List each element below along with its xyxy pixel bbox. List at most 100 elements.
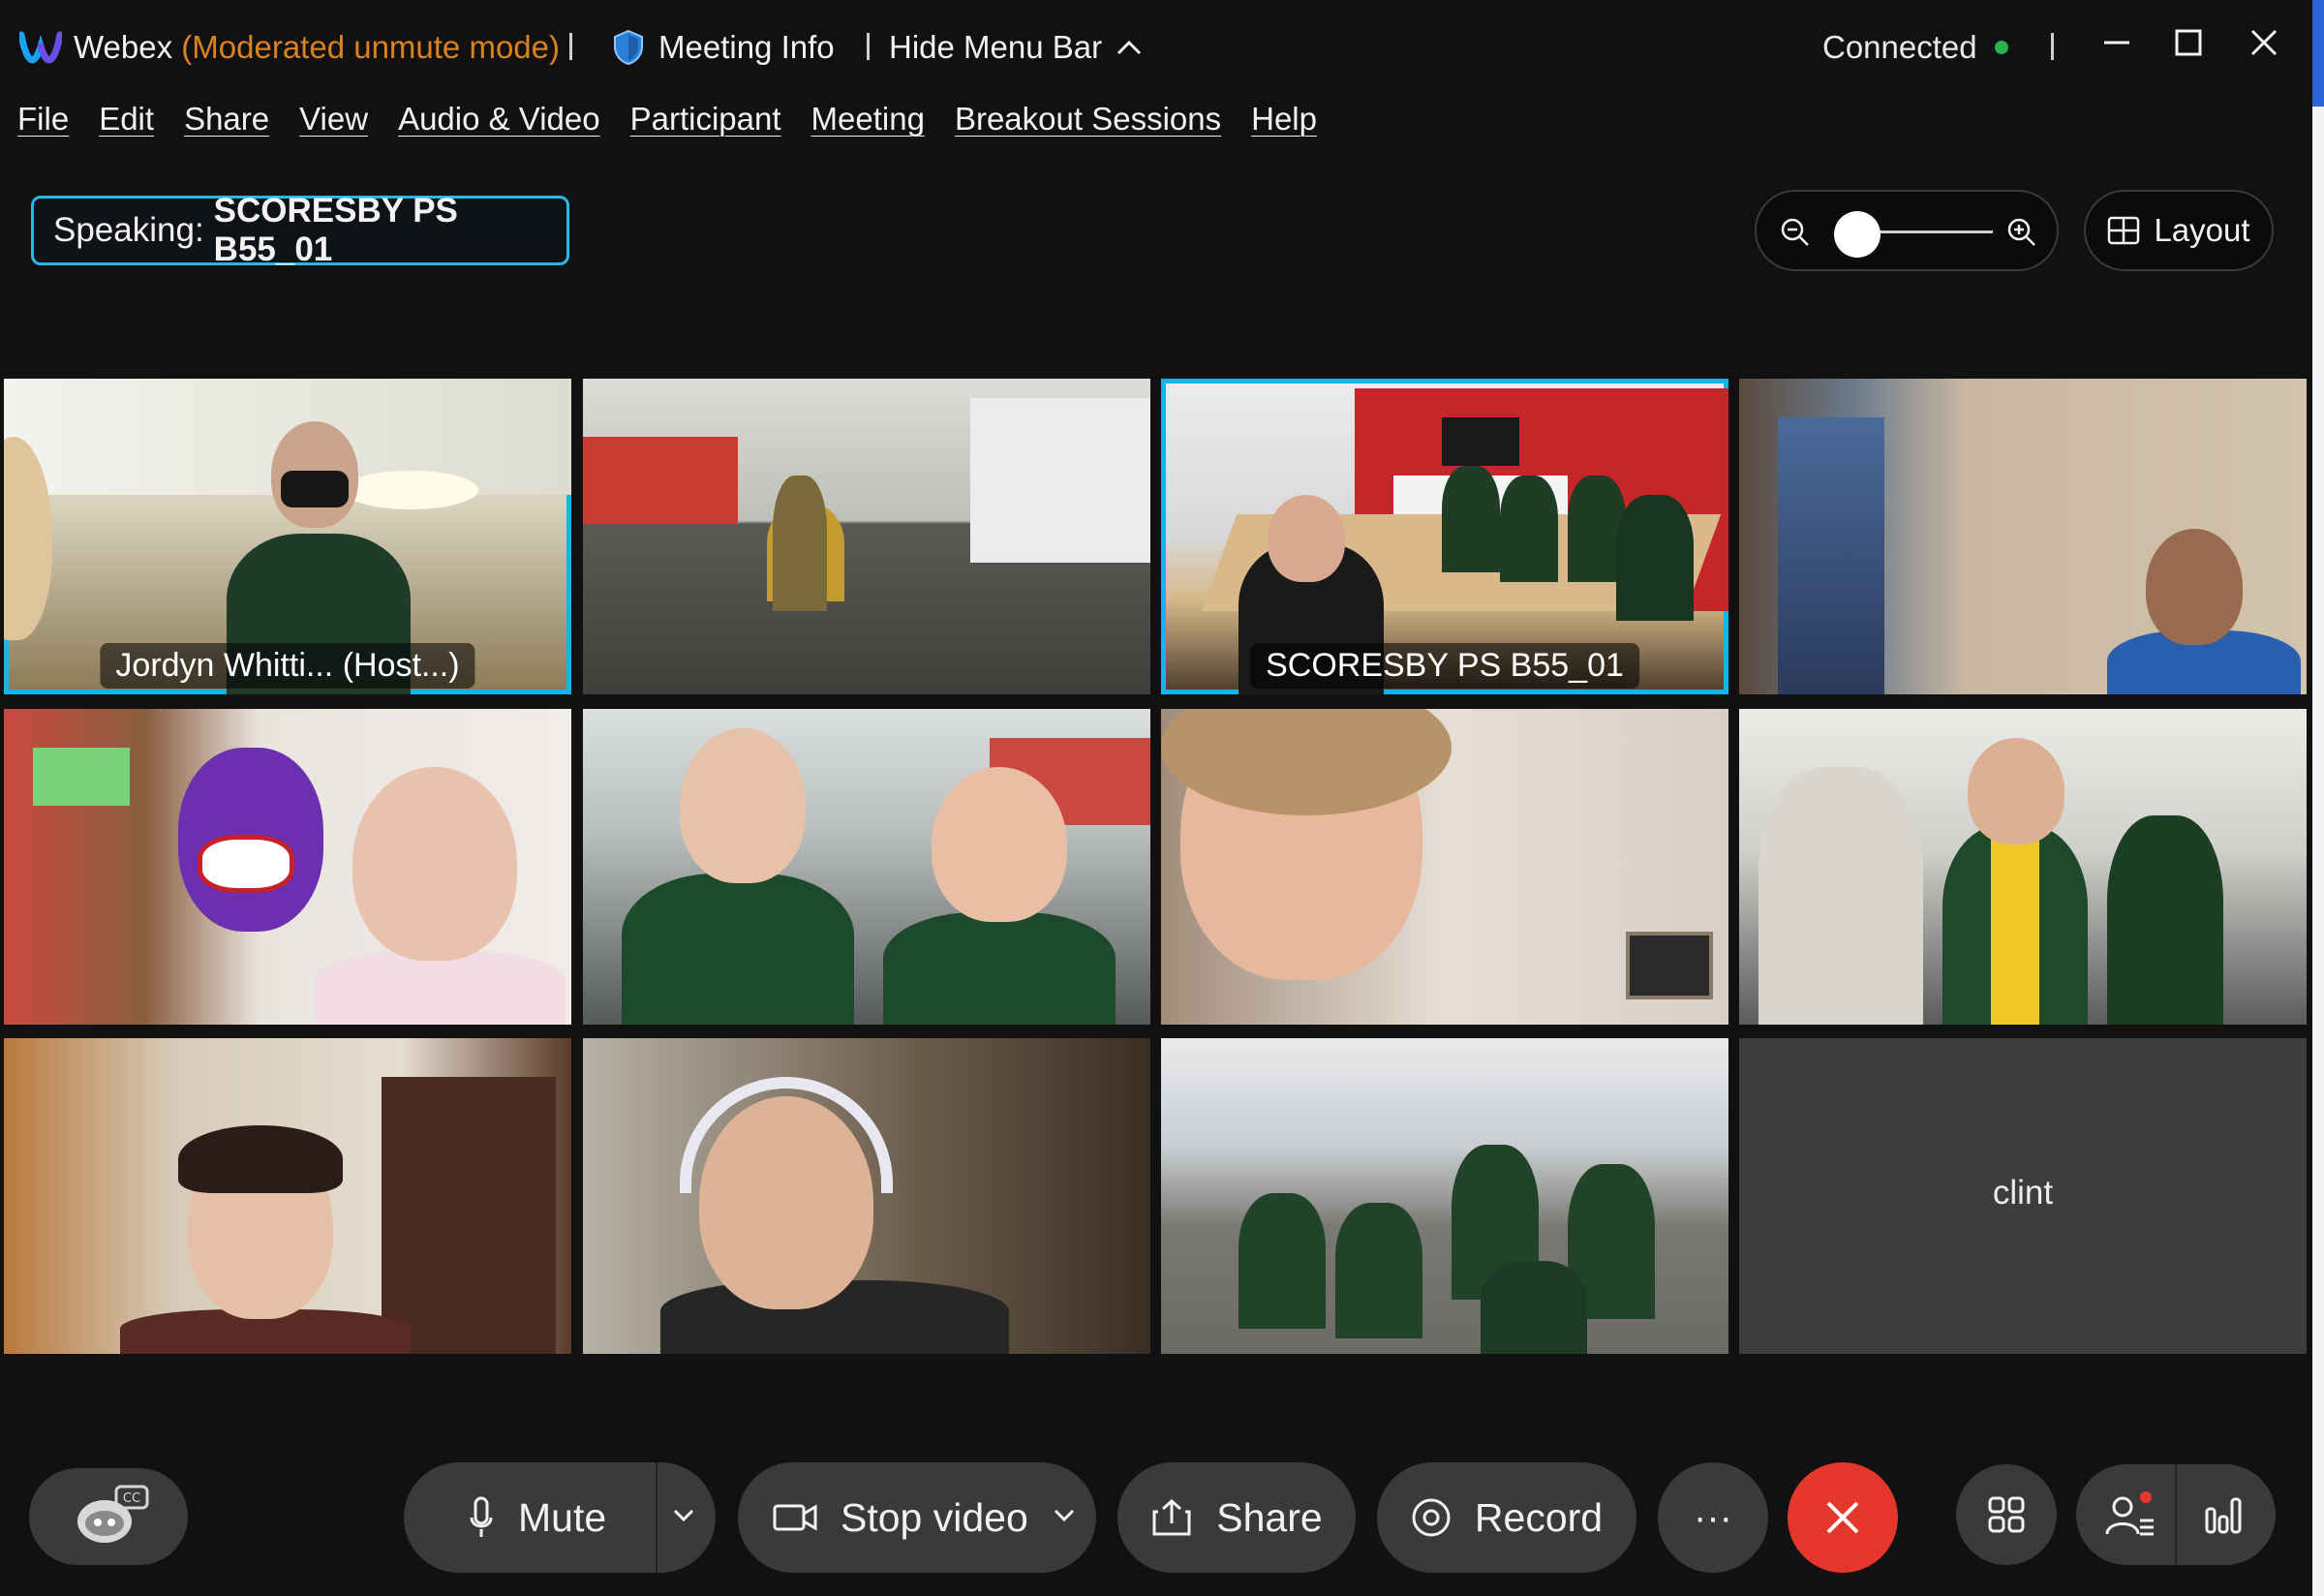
more-options-button[interactable]: ··· <box>1658 1462 1768 1573</box>
menu-share[interactable]: Share <box>184 101 269 138</box>
video-tile[interactable]: clint <box>1739 1038 2307 1354</box>
title-divider <box>569 33 572 60</box>
chevron-up-icon <box>1117 40 1142 55</box>
video-participant <box>1268 495 1345 582</box>
speaking-name: SCORESBY PS B55_01 <box>213 192 458 268</box>
classroom-tv <box>1442 417 1519 466</box>
apps-button[interactable] <box>1956 1464 2057 1565</box>
video-participant <box>1238 1193 1326 1329</box>
video-tile[interactable] <box>4 709 571 1025</box>
participant-name-label: Jordyn Whitti... (Host...) <box>100 643 475 689</box>
bar-stats-icon[interactable] <box>2204 1495 2243 1534</box>
face-mask <box>281 471 349 507</box>
menu-help[interactable]: Help <box>1251 101 1317 138</box>
video-participant <box>932 767 1067 922</box>
video-tile[interactable] <box>4 1038 571 1354</box>
video-participant <box>2146 529 2243 645</box>
room-door <box>1778 417 1884 694</box>
share-button[interactable]: Share <box>1117 1462 1356 1573</box>
classroom-wall <box>583 437 738 524</box>
meeting-info-button[interactable]: Meeting Info <box>612 25 835 70</box>
video-participant <box>680 728 806 883</box>
mute-button[interactable]: Mute <box>404 1462 716 1573</box>
chevron-down-icon[interactable] <box>673 1509 694 1522</box>
maximize-button[interactable] <box>2161 19 2216 66</box>
video-tile[interactable]: Jordyn Whitti... (Host...) <box>4 379 571 694</box>
video-tile[interactable] <box>583 709 1150 1025</box>
window-edge-strip <box>2312 107 2324 1596</box>
video-participant <box>1616 495 1694 621</box>
minimize-button[interactable] <box>2090 19 2144 66</box>
video-participant <box>1968 738 2064 844</box>
minimize-icon <box>2104 41 2129 45</box>
video-participant <box>314 951 566 1025</box>
speaking-prefix: Speaking: <box>53 211 204 249</box>
participants-panel-group <box>2076 1464 2276 1565</box>
connection-status-label: Connected <box>1822 29 1977 65</box>
title-divider <box>867 33 870 60</box>
menu-audio-video[interactable]: Audio & Video <box>398 101 600 138</box>
button-divider <box>656 1462 657 1573</box>
window-edge-accent <box>2312 0 2324 107</box>
status-dot-icon <box>1994 41 2008 54</box>
mute-label: Mute <box>518 1494 607 1540</box>
zoom-out-icon[interactable] <box>1780 217 1811 248</box>
leave-meeting-button[interactable] <box>1788 1462 1898 1573</box>
menu-edit[interactable]: Edit <box>99 101 154 138</box>
zoom-slider-thumb[interactable] <box>1834 211 1881 258</box>
classroom-whiteboard <box>970 398 1150 563</box>
video-participant <box>1442 466 1500 572</box>
ai-assistant-cc-icon: CC <box>77 1485 149 1543</box>
video-tile[interactable] <box>583 379 1150 694</box>
video-tile[interactable] <box>1739 379 2307 694</box>
layout-grid-icon <box>2108 216 2140 245</box>
video-tile[interactable] <box>1161 1038 1728 1354</box>
menu-view[interactable]: View <box>299 101 368 138</box>
button-divider <box>2175 1464 2177 1565</box>
menu-file[interactable]: File <box>17 101 69 138</box>
video-tile[interactable] <box>1161 709 1728 1025</box>
connection-status: Connected <box>1822 25 2008 70</box>
title-bar: Webex (Moderated unmute mode) Meeting In… <box>0 0 2314 97</box>
title-divider <box>2051 33 2054 60</box>
share-screen-icon <box>1152 1498 1191 1536</box>
close-window-button[interactable] <box>2237 19 2291 66</box>
hide-menu-label: Hide Menu Bar <box>889 29 1103 65</box>
video-camera-icon <box>773 1504 817 1531</box>
video-zoom-control <box>1755 190 2059 271</box>
record-label: Record <box>1474 1494 1604 1540</box>
webex-logo-icon <box>19 31 62 63</box>
video-participant <box>2107 815 2223 1025</box>
video-participant <box>1335 1203 1422 1338</box>
menu-meeting[interactable]: Meeting <box>811 101 925 138</box>
video-participant <box>1758 767 1923 1025</box>
bookshelf <box>382 1077 556 1354</box>
video-participant <box>352 767 517 961</box>
participant-name-label: SCORESBY PS B55_01 <box>1250 643 1639 689</box>
wall-picture <box>1626 932 1713 999</box>
video-participant <box>622 874 854 1025</box>
chevron-down-icon[interactable] <box>1054 1509 1075 1522</box>
school-shirt <box>1991 835 2039 1025</box>
more-options-icon: ··· <box>1694 1495 1732 1539</box>
layout-label: Layout <box>2154 212 2250 248</box>
stop-video-label: Stop video <box>841 1494 1028 1540</box>
app-name: Webex <box>74 29 173 65</box>
close-icon <box>1826 1501 1859 1534</box>
video-tile[interactable] <box>1739 709 2307 1025</box>
participant-name-label: clint <box>1992 1174 2054 1212</box>
record-button[interactable]: Record <box>1377 1462 1636 1573</box>
closed-captions-button[interactable]: CC <box>29 1468 188 1565</box>
meeting-mode-label: (Moderated unmute mode) <box>181 29 560 65</box>
video-tile[interactable] <box>583 1038 1150 1354</box>
menu-breakout-sessions[interactable]: Breakout Sessions <box>955 101 1221 138</box>
participants-icon[interactable] <box>2105 1491 2156 1540</box>
video-tile[interactable]: SCORESBY PS B55_01 <box>1161 379 1728 694</box>
layout-button[interactable]: Layout <box>2084 190 2274 271</box>
svg-text:CC: CC <box>123 1491 140 1506</box>
menu-participant[interactable]: Participant <box>630 101 781 138</box>
zoom-in-icon[interactable] <box>2006 217 2037 248</box>
stop-video-button[interactable]: Stop video <box>738 1462 1096 1573</box>
wall-note <box>33 748 130 806</box>
hide-menu-bar-button[interactable]: Hide Menu Bar <box>889 25 1143 70</box>
